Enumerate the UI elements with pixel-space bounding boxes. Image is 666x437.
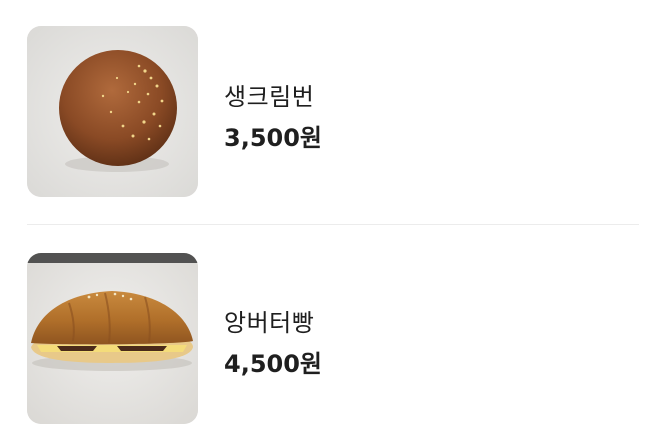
salt-butter-bread-photo-icon	[27, 253, 198, 424]
menu-item-cream-bun[interactable]: 생크림번 3,500원	[0, 26, 666, 206]
cream-bun-photo-icon	[27, 26, 198, 197]
item-price: 3,500원	[224, 124, 322, 152]
menu-list: 생크림번 3,500원 앙버터빵 4,500원	[0, 0, 666, 437]
item-name: 생크림번	[224, 83, 315, 111]
menu-item-butter-bread[interactable]: 앙버터빵 4,500원	[0, 253, 666, 433]
item-price: 4,500원	[224, 350, 322, 378]
item-name: 앙버터빵	[224, 309, 315, 337]
divider	[27, 224, 639, 225]
